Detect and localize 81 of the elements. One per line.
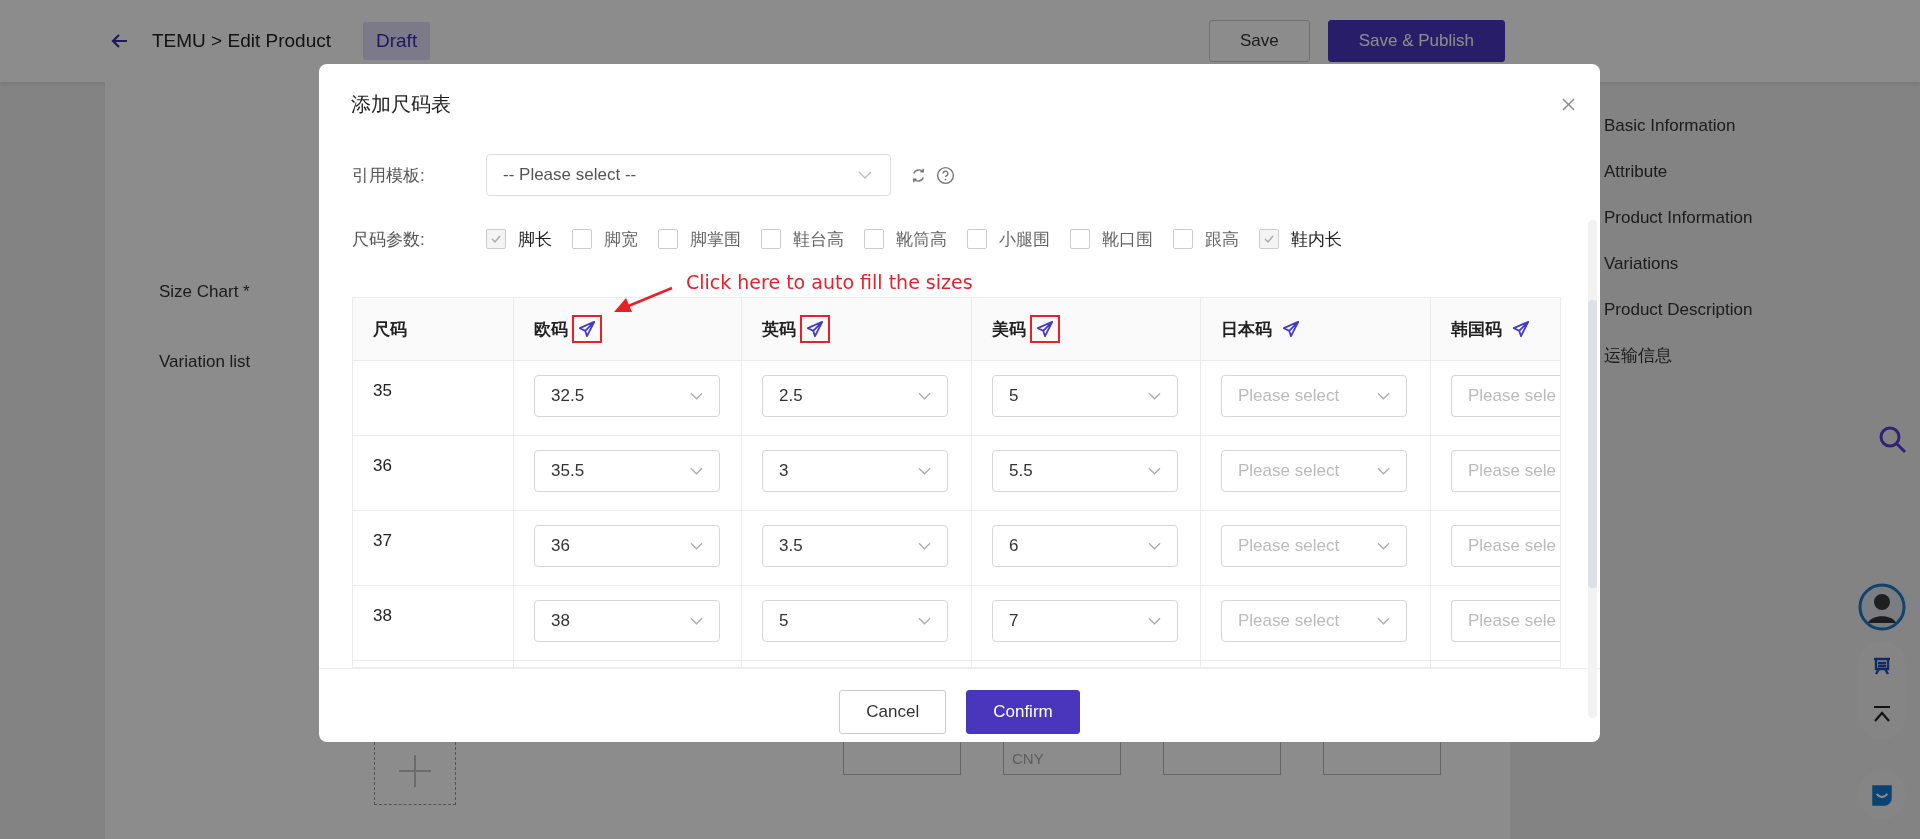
size-select[interactable]: 5 <box>762 600 948 642</box>
size-select[interactable]: 6 <box>992 525 1178 567</box>
nav-link[interactable]: Product Information <box>1604 204 1844 232</box>
paper-plane-icon[interactable] <box>1512 320 1530 338</box>
confirm-button[interactable]: Confirm <box>966 690 1080 734</box>
help-icon[interactable] <box>936 165 955 185</box>
chevron-icon <box>1377 392 1390 400</box>
size-cell: 36 <box>373 456 392 475</box>
status-badge: Draft <box>363 22 431 60</box>
chevron-icon <box>918 392 931 400</box>
chevron-icon <box>858 171 872 179</box>
chevron-icon <box>1148 392 1161 400</box>
size-select[interactable]: 32.5 <box>534 375 720 417</box>
annotation-text: Click here to auto fill the sizes <box>686 271 973 293</box>
size-select[interactable]: 3.5 <box>762 525 948 567</box>
dialog-title: 添加尺码表 <box>351 91 451 117</box>
column-header: 英码 <box>762 318 796 341</box>
chevron-icon <box>690 467 703 475</box>
paper-plane-icon[interactable] <box>578 320 596 338</box>
size-param-checkbox[interactable]: 脚宽 <box>572 227 638 251</box>
nav-link[interactable]: Variations <box>1604 250 1844 278</box>
chevron-icon <box>1377 467 1390 475</box>
size-select[interactable]: 35.5 <box>534 450 720 492</box>
column-header: 欧码 <box>534 318 568 341</box>
chevron-icon <box>918 617 931 625</box>
chevron-icon <box>690 542 703 550</box>
paper-plane-icon[interactable] <box>1036 320 1054 338</box>
size-param-checkbox[interactable]: 鞋台高 <box>761 227 844 251</box>
paper-plane-icon[interactable] <box>806 320 824 338</box>
chevron-icon <box>1148 617 1161 625</box>
column-header: 美码 <box>992 318 1026 341</box>
cancel-button[interactable]: Cancel <box>839 690 947 734</box>
size-param-checkbox[interactable]: 靴筒高 <box>864 227 947 251</box>
size-param-checkbox[interactable]: 小腿围 <box>967 227 1050 251</box>
column-header: 日本码 <box>1221 318 1272 341</box>
size-select[interactable]: 36 <box>534 525 720 567</box>
size-param-checkbox[interactable]: 脚长 <box>486 227 552 251</box>
chevron-icon <box>690 617 703 625</box>
size-cell: 37 <box>373 531 392 550</box>
size-select[interactable]: 3 <box>762 450 948 492</box>
nav-link[interactable]: Product Description <box>1604 296 1844 324</box>
check-icon <box>1263 233 1275 245</box>
nav-link[interactable]: Attribute <box>1604 158 1844 186</box>
avatar-icon[interactable] <box>1858 583 1906 631</box>
save-button[interactable]: Save <box>1208 20 1310 62</box>
chevron-icon <box>918 467 931 475</box>
form-label: Size Chart * <box>159 282 250 302</box>
size-select[interactable]: 2.5 <box>762 375 948 417</box>
size-select[interactable]: 5 <box>992 375 1178 417</box>
size-select[interactable]: 7 <box>992 600 1178 642</box>
template-select[interactable]: -- Please select -- <box>486 154 891 196</box>
check-icon <box>490 233 502 245</box>
scrollbar[interactable] <box>1588 220 1597 718</box>
chevron-icon <box>1148 467 1161 475</box>
column-header: 尺码 <box>373 318 407 341</box>
search-icon[interactable] <box>1878 425 1908 455</box>
smiley-icon <box>1869 782 1895 808</box>
chevron-icon <box>690 392 703 400</box>
size-param-checkbox[interactable]: 靴口围 <box>1070 227 1153 251</box>
size-cell: 38 <box>373 606 392 625</box>
size-cell: 35 <box>373 381 392 400</box>
form-label: Variation list <box>159 352 251 372</box>
nav-link[interactable]: 运输信息 <box>1604 342 1844 370</box>
nav-link[interactable]: Basic Information <box>1604 112 1844 140</box>
field-label: 引用模板: <box>352 164 426 187</box>
size-select[interactable]: 5.5 <box>992 450 1178 492</box>
size-param-checkbox[interactable]: 跟高 <box>1173 227 1239 251</box>
chevron-icon <box>1148 542 1161 550</box>
field-label: 尺码参数: <box>352 228 426 251</box>
chevron-icon <box>1377 617 1390 625</box>
chevron-icon <box>1377 542 1390 550</box>
breadcrumb: TEMU > Edit Product <box>152 30 331 52</box>
publish-button[interactable]: Save & Publish <box>1327 20 1505 62</box>
size-param-checkbox[interactable]: 脚掌围 <box>658 227 741 251</box>
column-header: 韩国码 <box>1451 318 1502 341</box>
paper-plane-icon[interactable] <box>1282 320 1300 338</box>
size-select[interactable]: 38 <box>534 600 720 642</box>
close-icon[interactable] <box>1562 97 1575 111</box>
annotation-arrow <box>612 285 674 315</box>
size-param-checkbox[interactable]: 鞋内长 <box>1259 227 1342 251</box>
chevron-icon <box>918 542 931 550</box>
